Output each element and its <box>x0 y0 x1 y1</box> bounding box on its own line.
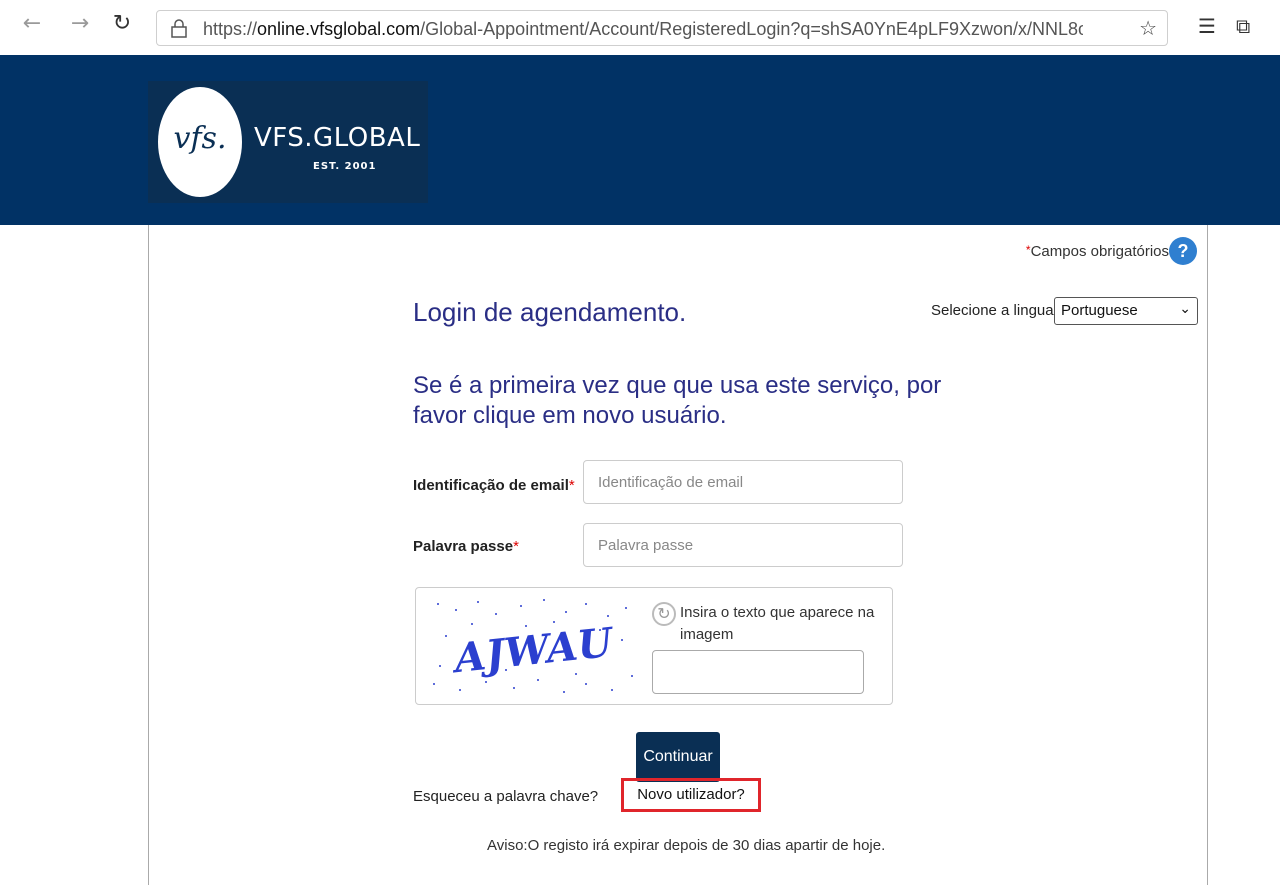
back-arrow-icon[interactable]: ← <box>18 10 46 38</box>
language-label: Selecione a lingua <box>931 302 1054 319</box>
captcha-prompt: Insira o texto que aparece na imagem <box>680 604 875 643</box>
captcha-input[interactable] <box>652 650 864 694</box>
chevron-down-icon: ⌄ <box>1179 301 1191 317</box>
email-label: Identificação de email* <box>413 477 575 494</box>
logo-brand-text: VFS.GLOBAL <box>254 123 421 153</box>
required-fields-note: *Campos obrigatórios <box>1025 243 1169 260</box>
vfs-logo[interactable]: vfs. VFS.GLOBAL EST. 2001 <box>148 81 428 203</box>
logo-mark: vfs. <box>173 121 227 156</box>
page-title: Login de agendamento. <box>413 297 687 327</box>
expiry-notice: Aviso:O registo irá expirar depois de 30… <box>487 837 886 854</box>
browser-toolbar: ← → ↻ https://online.vfsglobal.com/Globa… <box>0 0 1280 55</box>
password-label: Palavra passe* <box>413 538 519 555</box>
logo-circle: vfs. <box>158 87 242 197</box>
password-field[interactable]: Palavra passe <box>583 523 903 567</box>
forgot-password-link[interactable]: Esqueceu a palavra chave? <box>413 788 598 805</box>
address-bar[interactable]: https://online.vfsglobal.com/Global-Appo… <box>156 10 1168 46</box>
favorites-list-icon[interactable]: ☰ <box>1198 14 1216 38</box>
new-user-link[interactable]: Novo utilizador? <box>621 778 761 812</box>
lock-icon <box>171 19 187 38</box>
star-icon[interactable]: ☆ <box>1139 16 1157 40</box>
captcha-refresh-icon[interactable]: ↻ <box>652 602 676 626</box>
email-placeholder: Identificação de email <box>598 474 744 491</box>
help-icon[interactable]: ? <box>1169 237 1197 265</box>
language-select[interactable]: Portuguese ⌄ <box>1054 297 1198 325</box>
forward-arrow-icon[interactable]: → <box>66 10 94 38</box>
captcha-box: AJWAU ↻ Insira o texto que aparece na im… <box>415 587 893 705</box>
url-text: https://online.vfsglobal.com/Global-Appo… <box>203 19 1083 39</box>
refresh-icon[interactable]: ↻ <box>108 10 136 38</box>
intro-text: Se é a primeira vez que que usa este ser… <box>413 372 942 429</box>
collections-icon[interactable]: ⧉ <box>1236 14 1250 38</box>
email-field[interactable]: Identificação de email <box>583 460 903 504</box>
continue-button[interactable]: Continuar <box>636 732 720 782</box>
language-selected-value: Portuguese <box>1061 302 1138 319</box>
site-header: vfs. VFS.GLOBAL EST. 2001 <box>0 55 1280 225</box>
logo-est-text: EST. 2001 <box>313 161 377 172</box>
captcha-text: AJWAU <box>448 619 616 683</box>
login-panel: *Campos obrigatórios ? Login de agendame… <box>148 225 1208 885</box>
password-placeholder: Palavra passe <box>598 537 694 554</box>
captcha-image: AJWAU <box>433 599 633 693</box>
